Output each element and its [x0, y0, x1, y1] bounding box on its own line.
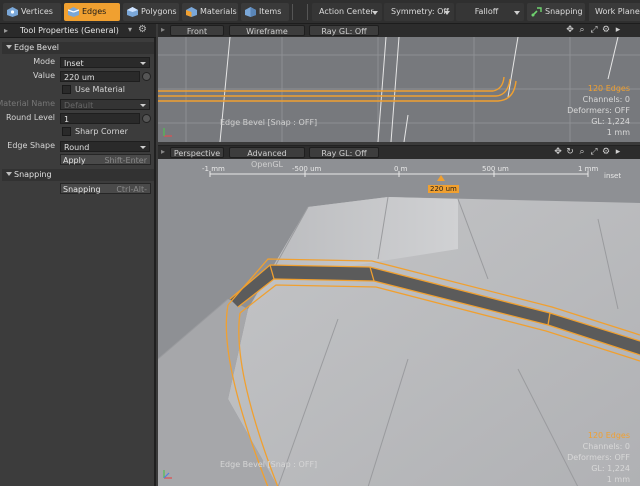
viewport-nav-icons: ✥ ↻ ⌕ ⤢ ⚙ ▸ — [552, 147, 624, 158]
work-plane-menu[interactable]: Work Plane — [589, 3, 640, 21]
shading-mode-button[interactable]: Advanced OpenGL — [229, 147, 305, 169]
deformers-readout: Deformers: OFF — [567, 106, 630, 115]
materials-icon — [186, 7, 197, 17]
round-level-spinner-icon[interactable] — [142, 114, 151, 123]
front-viewport-header: ▸ Front Wireframe Ray GL: Off ✥ ⌕ ⤢ ⚙ ▸ — [158, 24, 640, 37]
edges-mode-button[interactable]: Edges — [64, 3, 120, 21]
viewport-grip-icon: ▸ — [161, 25, 166, 34]
gl-readout: GL: 1,224 — [591, 464, 630, 473]
toolbar-separator — [307, 4, 308, 20]
ruler-unit-label: inset — [604, 172, 622, 180]
snapping-toggle[interactable]: Snapping — [527, 3, 585, 21]
selected-edges-count: 120 Edges — [587, 84, 630, 93]
edges-icon — [68, 7, 79, 17]
perspective-viewport-header: ▸ Perspective Advanced OpenGL Ray GL: Of… — [158, 146, 640, 169]
polygons-icon — [127, 7, 138, 17]
ruler-marker-icon[interactable] — [437, 175, 445, 181]
toolbar-separator — [292, 4, 293, 20]
viewport-grip-icon: ▸ — [161, 147, 166, 156]
panel-grip-icon: ▸ — [4, 26, 9, 35]
round-level-input[interactable]: 1 — [60, 113, 140, 124]
mode-label: Mode — [33, 57, 55, 66]
perspective-viewport[interactable]: ▸ Perspective Advanced OpenGL Ray GL: Of… — [158, 145, 640, 486]
vertices-mode-button[interactable]: Vertices — [3, 3, 61, 21]
zoom-icon[interactable]: ⌕ — [576, 147, 588, 158]
snapping-icon — [531, 7, 542, 17]
polygons-mode-button[interactable]: Polygons — [123, 3, 179, 21]
falloff-menu[interactable]: Falloff — [456, 3, 524, 21]
scale-readout: 1 mm — [606, 475, 630, 484]
channels-readout: Channels: 0 — [582, 95, 630, 104]
round-level-label: Round Level — [6, 113, 55, 122]
panel-tab-bar: ▸ Tool Properties (General) ▾ ⚙ — [0, 24, 156, 38]
material-name-label: Material Name — [0, 99, 55, 108]
snapping-section-header[interactable]: Snapping — [2, 169, 154, 181]
scale-readout: 1 mm — [606, 128, 630, 137]
pan-icon[interactable]: ✥ — [552, 147, 564, 158]
selected-edges-count: 120 Edges — [587, 431, 630, 440]
perspective-viewport-stats: 120 Edges Channels: 0 Deformers: OFF GL:… — [567, 430, 630, 485]
value-input[interactable]: 220 um — [60, 71, 140, 82]
apply-hotkey: Shift-Enter — [104, 156, 147, 165]
snapping-hotkey: Ctrl-Alt- — [116, 185, 147, 194]
front-snap-message: Edge Bevel [Snap : OFF] — [220, 118, 318, 127]
ruler-tick-label: -500 um — [292, 165, 322, 173]
maximize-icon[interactable]: ⤢ — [588, 25, 600, 36]
ruler-tick-label: -1 mm — [202, 165, 225, 173]
zoom-icon[interactable]: ⌕ — [576, 25, 588, 36]
sharp-corner-checkbox[interactable] — [62, 127, 71, 136]
pan-icon[interactable]: ✥ — [564, 25, 576, 36]
value-spinner-icon[interactable] — [142, 72, 151, 81]
view-type-button[interactable]: Front — [170, 25, 224, 36]
ruler-value-readout: 220 um — [428, 185, 459, 193]
panel-title[interactable]: Tool Properties (General) — [20, 25, 119, 37]
ray-gl-button[interactable]: Ray GL: Off — [309, 147, 379, 158]
edge-shape-dropdown[interactable]: Round — [60, 141, 150, 152]
gear-icon[interactable]: ⚙ — [138, 24, 147, 35]
channels-readout: Channels: 0 — [582, 442, 630, 451]
symmetry-menu[interactable]: Symmetry: Off — [384, 3, 454, 21]
items-icon — [245, 7, 256, 17]
front-viewport[interactable]: ▸ Front Wireframe Ray GL: Off ✥ ⌕ ⤢ ⚙ ▸ Edge… — [158, 24, 640, 142]
gl-readout: GL: 1,224 — [591, 117, 630, 126]
rotate-icon[interactable]: ↻ — [564, 147, 576, 158]
action-center-menu[interactable]: Action Center — [312, 3, 382, 21]
ray-gl-button[interactable]: Ray GL: Off — [309, 25, 379, 36]
maximize-icon[interactable]: ⤢ — [588, 147, 600, 158]
shading-mode-button[interactable]: Wireframe — [229, 25, 305, 36]
ruler-tick-label: 500 um — [482, 165, 509, 173]
mode-dropdown[interactable]: Inset — [60, 57, 150, 68]
view-type-button[interactable]: Perspective — [170, 147, 224, 158]
sharp-corner-label: Sharp Corner — [75, 127, 128, 136]
panel-options-icon[interactable]: ▾ — [128, 25, 132, 34]
use-material-label: Use Material — [75, 85, 125, 94]
viewport-nav-icons: ✥ ⌕ ⤢ ⚙ ▸ — [564, 25, 624, 36]
items-mode-button[interactable]: Items — [241, 3, 289, 21]
materials-mode-button[interactable]: Materials — [182, 3, 238, 21]
ruler-tick-label: 0 m — [394, 165, 408, 173]
apply-button[interactable]: Apply Shift-Enter — [60, 154, 151, 165]
edge-shape-label: Edge Shape — [7, 141, 55, 150]
tool-properties-panel: ▸ Tool Properties (General) ▾ ⚙ Edge Bev… — [0, 24, 156, 486]
axis-gizmo-icon — [163, 128, 172, 137]
viewport-menu-icon[interactable]: ▸ — [612, 25, 624, 36]
front-viewport-stats: 120 Edges Channels: 0 Deformers: OFF GL:… — [567, 83, 630, 138]
edge-bevel-section-header[interactable]: Edge Bevel — [2, 42, 154, 54]
snapping-button[interactable]: Snapping Ctrl-Alt- — [60, 183, 151, 194]
deformers-readout: Deformers: OFF — [567, 453, 630, 462]
viewport-menu-icon[interactable]: ▸ — [612, 147, 624, 158]
main-toolbar: Vertices Edges Polygons Materials Items … — [0, 0, 640, 24]
use-material-checkbox[interactable] — [62, 85, 71, 94]
perspective-snap-message: Edge Bevel [Snap : OFF] — [220, 460, 318, 469]
value-label: Value — [33, 71, 55, 80]
gear-icon[interactable]: ⚙ — [600, 147, 612, 158]
vertices-icon — [7, 7, 18, 17]
ruler-tick-label: 1 mm — [578, 165, 599, 173]
gear-icon[interactable]: ⚙ — [600, 25, 612, 36]
material-name-dropdown[interactable]: Default — [60, 99, 150, 110]
axis-gizmo-icon — [163, 470, 172, 479]
